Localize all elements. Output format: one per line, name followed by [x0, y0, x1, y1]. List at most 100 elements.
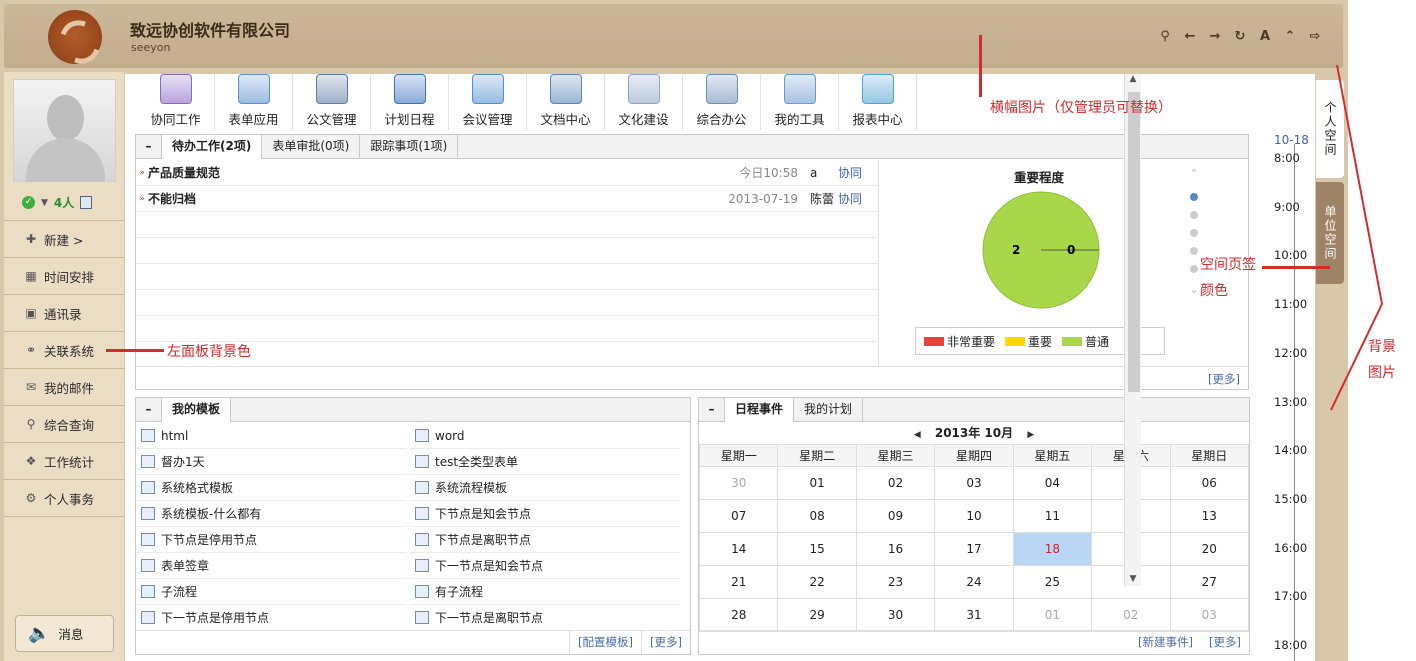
- template-item[interactable]: 系统流程模板: [410, 475, 680, 501]
- toolbar-item[interactable]: 报表中心: [839, 74, 917, 130]
- prev-month-icon[interactable]: ◀: [914, 430, 921, 440]
- template-item[interactable]: 子流程: [136, 579, 406, 605]
- item-type[interactable]: 协同: [838, 164, 878, 181]
- toolbar-item[interactable]: 表单应用: [215, 74, 293, 130]
- config-template-link[interactable]: [配置模板]: [569, 631, 641, 654]
- calendar-day[interactable]: 06: [1169, 466, 1250, 500]
- template-item[interactable]: 下节点是离职节点: [410, 527, 680, 553]
- calendar-day[interactable]: 14: [698, 532, 779, 566]
- template-item[interactable]: 下一节点是知会节点: [410, 553, 680, 579]
- tab-form-approval[interactable]: 表单审批(0项): [262, 135, 361, 158]
- calendar-day[interactable]: 24: [934, 565, 1014, 599]
- toolbar-item[interactable]: 公文管理: [293, 74, 371, 130]
- calendar-more-link[interactable]: [更多]: [1201, 631, 1249, 654]
- tab-events[interactable]: 日程事件: [725, 398, 795, 422]
- template-item[interactable]: 系统模板-什么都有: [136, 501, 406, 527]
- refresh-icon[interactable]: ↻: [1232, 29, 1248, 45]
- scroll-thumb[interactable]: [1128, 92, 1140, 392]
- menu-contacts[interactable]: ▣ 通讯录: [4, 295, 124, 332]
- scrollbar[interactable]: ▲ ▼: [1124, 74, 1141, 586]
- scroll-up-icon[interactable]: ▲: [1125, 74, 1141, 84]
- calendar-day[interactable]: 27: [1169, 565, 1250, 599]
- toolbar-item[interactable]: 我的工具: [761, 74, 839, 130]
- logout-icon[interactable]: ⇨: [1307, 29, 1323, 45]
- tab-tracking[interactable]: 跟踪事项(1项): [360, 135, 459, 158]
- toolbar-item[interactable]: 计划日程: [371, 74, 449, 130]
- templates-more-link[interactable]: [更多]: [641, 631, 690, 654]
- avatar[interactable]: [13, 79, 116, 182]
- minimize-button[interactable]: –: [136, 398, 162, 421]
- message-button[interactable]: 🔈 消息: [15, 615, 114, 652]
- back-icon[interactable]: ←: [1182, 29, 1198, 45]
- contacts-icon[interactable]: [80, 196, 93, 209]
- calendar-day[interactable]: 23: [855, 565, 936, 599]
- calendar-day[interactable]: 03: [934, 466, 1014, 500]
- template-item[interactable]: 下一节点是停用节点: [136, 605, 406, 631]
- minimize-button[interactable]: –: [699, 398, 725, 421]
- chevron-down-icon[interactable]: ⌄: [1187, 281, 1201, 299]
- list-item[interactable]: » 产品质量规范 今日10:58 a 协同: [136, 160, 878, 186]
- toolbar-item[interactable]: 综合办公: [683, 74, 761, 130]
- calendar-day[interactable]: 11: [1012, 499, 1093, 533]
- calendar-day[interactable]: 31: [934, 598, 1014, 632]
- chevron-down-icon[interactable]: ▼: [41, 198, 48, 208]
- toolbar-item[interactable]: 文档中心: [527, 74, 605, 130]
- template-item[interactable]: 督办1天: [136, 449, 406, 475]
- item-title[interactable]: 不能归档: [148, 190, 718, 207]
- toolbar-item[interactable]: 协同工作: [137, 74, 215, 130]
- calendar-day[interactable]: 03: [1169, 598, 1250, 632]
- calendar-day[interactable]: 07: [698, 499, 779, 533]
- calendar-day[interactable]: 25: [1012, 565, 1093, 599]
- template-item[interactable]: 下节点是知会节点: [410, 501, 680, 527]
- tab-my-plan[interactable]: 我的计划: [794, 398, 864, 421]
- calendar-day[interactable]: 22: [777, 565, 857, 599]
- item-title[interactable]: 产品质量规范: [148, 164, 718, 181]
- calendar-day[interactable]: 04: [1012, 466, 1093, 500]
- calendar-day[interactable]: 13: [1169, 499, 1250, 533]
- tab-my-templates[interactable]: 我的模板: [162, 398, 232, 422]
- calendar-day[interactable]: 08: [777, 499, 857, 533]
- menu-mail[interactable]: ✉ 我的邮件: [4, 369, 124, 406]
- page-dot[interactable]: [1190, 193, 1198, 201]
- calendar-day[interactable]: 01: [1012, 598, 1093, 632]
- calendar-day[interactable]: 09: [855, 499, 936, 533]
- calendar-day[interactable]: 10: [934, 499, 1014, 533]
- calendar-day[interactable]: 15: [777, 532, 857, 566]
- online-check-icon[interactable]: ✓: [22, 196, 35, 209]
- page-dot[interactable]: [1190, 247, 1198, 255]
- font-size-icon[interactable]: A: [1257, 29, 1273, 45]
- menu-new[interactable]: ✚ 新建 >: [4, 221, 124, 258]
- search-icon[interactable]: ⚲: [1157, 29, 1173, 45]
- list-item[interactable]: » 不能归档 2013-07-19 陈蕾 协同: [136, 186, 878, 212]
- calendar-day[interactable]: 01: [777, 466, 857, 500]
- page-dot[interactable]: [1190, 229, 1198, 237]
- template-item[interactable]: 系统格式模板: [136, 475, 406, 501]
- tab-pending[interactable]: 待办工作(2项): [162, 135, 263, 159]
- template-item[interactable]: word: [410, 423, 680, 449]
- template-item[interactable]: test全类型表单: [410, 449, 680, 475]
- calendar-day[interactable]: 18: [1012, 532, 1093, 566]
- calendar-day[interactable]: 29: [777, 598, 857, 632]
- toolbar-item[interactable]: 会议管理: [449, 74, 527, 130]
- pending-more-link[interactable]: [更多]: [1208, 371, 1240, 387]
- calendar-day[interactable]: 20: [1169, 532, 1250, 566]
- scroll-down-icon[interactable]: ▼: [1125, 574, 1141, 584]
- online-status[interactable]: ✓ ▼ 4人: [22, 194, 93, 211]
- template-item[interactable]: 下节点是停用节点: [136, 527, 406, 553]
- menu-schedule[interactable]: ▦ 时间安排: [4, 258, 124, 295]
- minimize-button[interactable]: –: [136, 135, 162, 158]
- calendar-day[interactable]: 02: [855, 466, 936, 500]
- menu-query[interactable]: ⚲ 综合查询: [4, 406, 124, 443]
- menu-personal-affairs[interactable]: ⚙ 个人事务: [4, 480, 124, 517]
- new-event-link[interactable]: [新建事件]: [1130, 631, 1201, 654]
- toolbar-item[interactable]: 文化建设: [605, 74, 683, 130]
- template-item[interactable]: 有子流程: [410, 579, 680, 605]
- online-count[interactable]: 4人: [54, 194, 74, 211]
- calendar-day[interactable]: 16: [855, 532, 936, 566]
- template-item[interactable]: 表单签章: [136, 553, 406, 579]
- menu-stats[interactable]: ❖ 工作统计: [4, 443, 124, 480]
- calendar-day[interactable]: 02: [1091, 598, 1171, 632]
- calendar-day[interactable]: 30: [698, 466, 779, 500]
- item-type[interactable]: 协同: [838, 190, 878, 207]
- calendar-day[interactable]: 17: [934, 532, 1014, 566]
